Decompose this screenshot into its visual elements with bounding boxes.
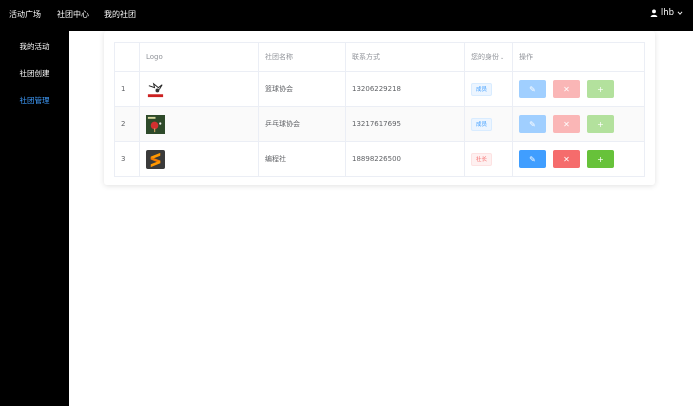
header-ops: 操作 (512, 42, 645, 72)
edit-button[interactable]: ✎ (519, 115, 546, 133)
row-index: 3 (114, 141, 140, 177)
role-badge: 成员 (471, 82, 493, 96)
basketball-logo-icon (146, 79, 165, 99)
top-navbar: 活动广场 社团中心 我的社团 lhb (0, 0, 693, 31)
header-role[interactable]: 您的身份⌄ (464, 42, 513, 72)
role-badge: 成员 (471, 117, 493, 131)
plus-icon: + (597, 119, 604, 129)
row-club-name: 乒乓球协会 (258, 106, 346, 142)
add-button[interactable]: + (587, 80, 614, 98)
edit-icon: ✎ (529, 154, 536, 164)
username: lhb (660, 8, 674, 18)
ping-pong-logo-icon (146, 114, 165, 134)
sidebar-item-my-activities[interactable]: 我的活动 (0, 41, 69, 52)
row-contact: 13217617695 (345, 106, 465, 142)
header-name: 社团名称 (258, 42, 346, 72)
plus-icon: + (597, 84, 604, 94)
delete-button[interactable]: ✕ (553, 150, 580, 168)
nav-my-clubs[interactable]: 我的社团 (104, 9, 136, 20)
user-menu[interactable]: lhb (650, 8, 683, 18)
club-table: Logo 社团名称 联系方式 您的身份⌄ 操作 1 篮球协会 132062292… (114, 42, 645, 177)
role-badge: 社长 (471, 152, 493, 166)
chevron-down-icon (677, 11, 683, 15)
row-index: 2 (114, 106, 140, 142)
sidebar-item-club-create[interactable]: 社团创建 (0, 68, 69, 79)
delete-button[interactable]: ✕ (553, 115, 580, 133)
table-row: 3 编程社 18898226500 社长 ✎ ✕ + (114, 141, 645, 177)
header-logo: Logo (139, 42, 259, 72)
row-club-name: 编程社 (258, 141, 346, 177)
nav-club-center[interactable]: 社团中心 (57, 9, 89, 20)
edit-button[interactable]: ✎ (519, 80, 546, 98)
close-icon: ✕ (563, 154, 570, 164)
club-table-card: Logo 社团名称 联系方式 您的身份⌄ 操作 1 篮球协会 132062292… (104, 31, 655, 185)
row-contact: 18898226500 (345, 141, 465, 177)
table-header-row: Logo 社团名称 联系方式 您的身份⌄ 操作 (114, 42, 645, 72)
close-icon: ✕ (563, 119, 570, 129)
user-icon (650, 9, 658, 17)
header-index (114, 42, 140, 72)
plus-icon: + (597, 154, 604, 164)
row-index: 1 (114, 71, 140, 107)
row-contact: 13206229218 (345, 71, 465, 107)
sublime-logo-icon (146, 149, 165, 169)
sidebar-item-club-manage[interactable]: 社团管理 (0, 95, 69, 106)
add-button[interactable]: + (587, 115, 614, 133)
nav-activity-square[interactable]: 活动广场 (9, 9, 41, 20)
close-icon: ✕ (563, 84, 570, 94)
delete-button[interactable]: ✕ (553, 80, 580, 98)
edit-icon: ✎ (529, 119, 536, 129)
row-club-name: 篮球协会 (258, 71, 346, 107)
filter-caret-icon[interactable]: ⌄ (500, 55, 504, 61)
sidebar: 我的活动 社团创建 社团管理 (0, 31, 69, 406)
header-contact: 联系方式 (345, 42, 465, 72)
edit-button[interactable]: ✎ (519, 150, 546, 168)
edit-icon: ✎ (529, 84, 536, 94)
table-row: 1 篮球协会 13206229218 成员 ✎ ✕ + (114, 71, 645, 107)
header-role-label: 您的身份 (471, 53, 499, 61)
add-button[interactable]: + (587, 150, 614, 168)
table-row: 2 乒乓球协会 13217617695 成员 ✎ ✕ + (114, 106, 645, 142)
